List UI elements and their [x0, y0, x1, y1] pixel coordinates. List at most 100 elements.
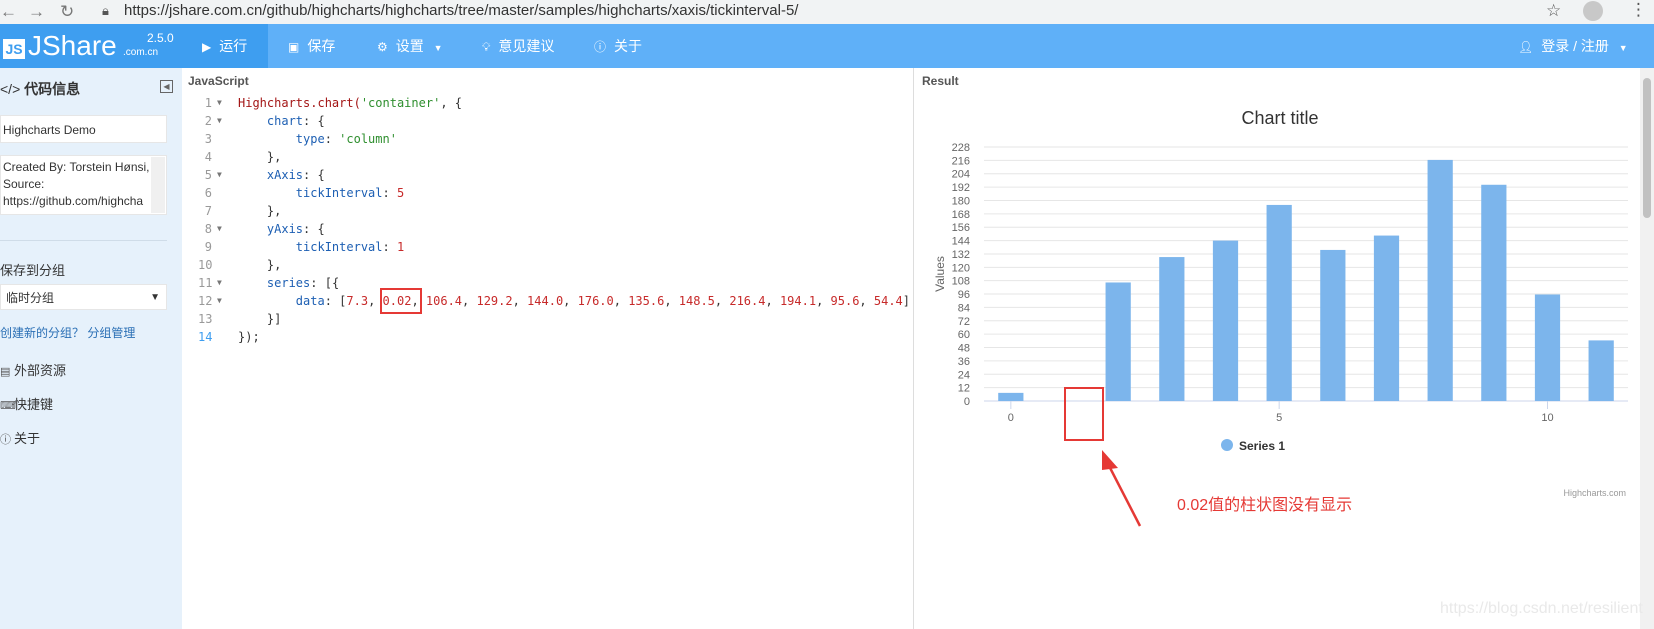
fold-toggle-icon[interactable]: ▼ [217, 166, 222, 184]
y-tick-label: 180 [952, 195, 970, 207]
save-button[interactable]: ▣ 保存 [288, 24, 335, 68]
description-textarea[interactable]: Created By: Torstein Hønsi, Source: http… [0, 155, 167, 215]
run-button[interactable]: ▶ 运行 [182, 24, 268, 68]
legend-symbol [1221, 439, 1233, 451]
y-axis-ticks: 012 243648 6072 8496108 120132144 156168 18019… [952, 142, 970, 408]
y-axis-label: Values [933, 256, 947, 292]
code-line: 11 ▼ series: [{ [198, 274, 340, 292]
y-tick-label: 36 [958, 356, 970, 368]
version-label: 2.5.0 [147, 31, 174, 45]
reload-icon[interactable]: ↻ [60, 2, 74, 22]
annotation-text: 0.02值的柱状图没有显示 [1177, 497, 1353, 514]
scrollbar-thumb[interactable] [1643, 78, 1651, 218]
y-tick-label: 108 [952, 276, 970, 288]
x-tick-label: 5 [1276, 412, 1282, 424]
gear-icon: ⚙ [377, 40, 388, 54]
group-links: 创建新的分组？ 分组管理 [0, 324, 135, 341]
code-line: 3 type: 'column' [204, 132, 397, 146]
y-tick-label: 60 [958, 329, 970, 341]
fold-toggle-icon[interactable]: ▼ [217, 112, 222, 130]
app-header: JS JShare .com.cn 2.5.0 ▶ 运行 ▣ 保存 ⚙ 设置 ▼ 💡︎… [0, 24, 1654, 68]
code-line: 4 }, [204, 150, 282, 164]
bar [1212, 240, 1239, 401]
bar [1320, 249, 1346, 401]
manage-group-link[interactable]: 分组管理 [87, 326, 135, 340]
fold-toggle-icon[interactable]: ▼ [217, 94, 222, 112]
bar [998, 392, 1024, 401]
logo-name: JShare [28, 30, 117, 61]
url-text[interactable]: https://jshare.com.cn/github/highcharts/… [124, 2, 798, 19]
lightbulb-icon: 💡︎ [482, 40, 491, 54]
fold-toggle-icon[interactable]: ▼ [217, 274, 222, 292]
demo-name-input[interactable]: Highcharts Demo [0, 115, 167, 143]
y-tick-label: 216 [952, 155, 970, 167]
feedback-button[interactable]: 💡︎ 意见建议 [482, 24, 554, 68]
code-line: 10 }, [198, 258, 282, 272]
about-button[interactable]: ⓘ 关于 [594, 24, 642, 68]
code-editor-pane[interactable]: JavaScript 1 ▼ Highcharts.chart('container… [182, 68, 914, 629]
fold-toggle-icon[interactable]: ▼ [217, 220, 222, 238]
settings-button[interactable]: ⚙ 设置 ▼ [377, 24, 443, 68]
create-group-link[interactable]: 创建新的分组？ [0, 326, 84, 340]
annotation-arrow [1102, 450, 1142, 527]
bar [1105, 282, 1131, 401]
y-tick-label: 204 [952, 169, 970, 181]
description-text: Created By: Torstein Hønsi, Source: http… [3, 160, 150, 208]
forward-arrow-icon[interactable]: → [28, 2, 45, 22]
editor-label: JavaScript [188, 74, 249, 88]
sidebar-item-shortcuts[interactable]: ⌨快捷键 [0, 394, 53, 413]
code-line: 14}); [198, 330, 260, 344]
sidebar: </> 代码信息 ◀ Highcharts Demo Created By: T… [0, 68, 182, 629]
play-icon: ▶ [202, 40, 212, 54]
account-avatar-icon[interactable] [1583, 1, 1603, 21]
sidebar-item-external[interactable]: ▤ 外部资源 [0, 360, 66, 379]
bar [1481, 184, 1507, 401]
y-tick-label: 120 [952, 262, 970, 274]
column-chart: Chart title 0122436486072849610812013214… [933, 108, 1628, 498]
login-button[interactable]: 👤︎ 登录 / 注册 ▼ [1518, 24, 1628, 68]
highlight-box-0.02 [380, 288, 422, 314]
result-label: Result [922, 74, 959, 88]
logo-domain: .com.cn [123, 47, 159, 58]
code-line: 8 ▼ yAxis: { [204, 220, 325, 238]
textarea-scrollbar[interactable] [151, 157, 165, 213]
caret-down-icon: ▼ [433, 43, 443, 53]
x-tick-label: 0 [1008, 412, 1014, 424]
y-tick-label: 168 [952, 209, 970, 221]
bar [1373, 235, 1400, 401]
y-tick-label: 96 [958, 289, 970, 301]
bookmark-star-icon[interactable]: ☆ [1546, 1, 1561, 21]
y-tick-label: 84 [958, 302, 970, 314]
logo-js-badge: JS [3, 39, 25, 59]
sidebar-item-about[interactable]: ⓘ 关于 [0, 428, 40, 447]
chart-legend: Series 1 [1221, 439, 1285, 453]
sidebar-divider [0, 240, 167, 241]
y-tick-label: 228 [952, 142, 970, 154]
fold-toggle-icon[interactable]: ▼ [217, 292, 222, 310]
code-area[interactable]: 1 ▼ Highcharts.chart('container', { 2 ▼ cha… [182, 94, 913, 346]
code-line: 7 }, [204, 204, 282, 218]
browser-menu-icon[interactable]: ⋮ [1630, 0, 1647, 20]
y-tick-label: 144 [952, 236, 970, 248]
y-tick-label: 12 [958, 383, 970, 395]
highcharts-credits: Highcharts.com [1563, 488, 1626, 498]
code-line: 12 ▼ data: [7.3, 0.02, 106.4, 129.2, 144.… [198, 292, 911, 310]
code-icon: </> [0, 81, 21, 97]
chart-gridlines [984, 146, 1628, 402]
save-group-label: 保存到分组 [0, 263, 66, 278]
caret-down-icon: ▼ [1618, 43, 1628, 53]
bar [1534, 294, 1561, 401]
group-select[interactable]: 临时分组 ▼ [0, 284, 167, 310]
info-icon: ⓘ [0, 434, 11, 446]
select-caret-icon: ▼ [150, 292, 160, 303]
code-line: 9 tickInterval: 1 [204, 240, 405, 254]
jshare-logo[interactable]: JS JShare .com.cn 2.5.0 [0, 24, 182, 68]
back-arrow-icon[interactable]: ← [0, 2, 17, 22]
code-line: 6 tickInterval: 5 [204, 186, 405, 200]
collapse-sidebar-icon[interactable]: ◀ [160, 80, 173, 93]
y-tick-label: 192 [952, 182, 970, 194]
chart-title: Chart title [1241, 108, 1318, 128]
result-scrollbar[interactable] [1640, 68, 1654, 629]
annotation-box [1064, 387, 1104, 441]
bar [1159, 257, 1185, 401]
